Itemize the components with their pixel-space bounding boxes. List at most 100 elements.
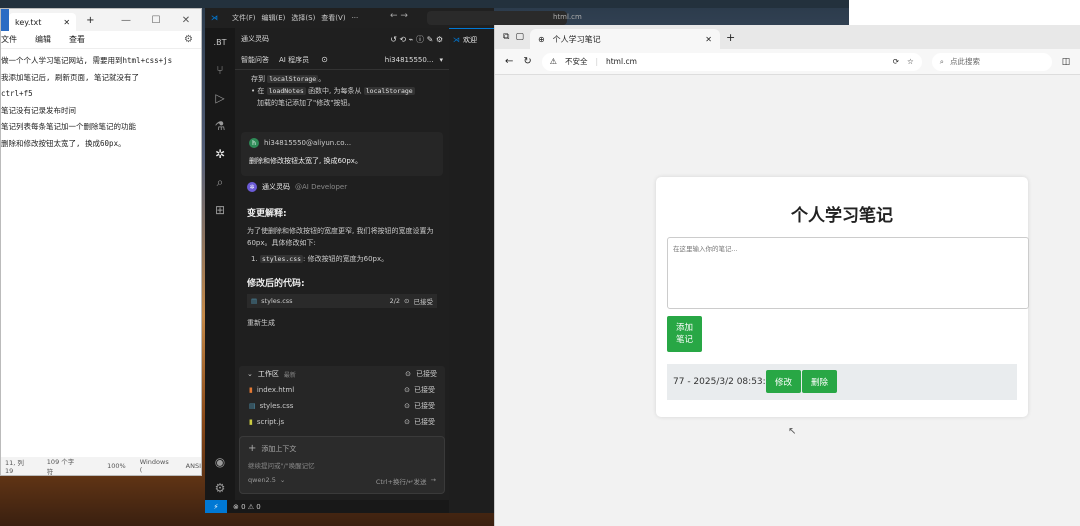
gear-icon[interactable]: ⚙ (184, 34, 193, 45)
ai-name: 通义灵码 (262, 183, 290, 191)
chevron-down-icon[interactable]: ⌄ (280, 476, 285, 486)
account-icon[interactable]: ◉ (205, 448, 235, 476)
more-menu-icon[interactable]: ··· (352, 14, 359, 22)
note-text: 77 - 2025/3/2 08:53:18 (673, 377, 778, 387)
text-line: 笔记列表每条笔记加一个删除笔记的功能 (1, 122, 136, 131)
tab-ai-programmer[interactable]: AI 程序员 (279, 55, 309, 65)
vscode-command-center[interactable] (427, 11, 567, 25)
testing-icon[interactable]: ⚗ (205, 112, 235, 140)
add-note-button[interactable]: 添加笔记 (667, 316, 702, 352)
send-hint: Ctrl+换行/↵发送 (375, 478, 427, 486)
menu-view[interactable]: 查看 (69, 34, 85, 45)
tab-smart-qa[interactable]: 智能问答 (241, 55, 269, 65)
history-icon[interactable]: ↺ ⟲ ⌁ ⓘ ✎ ⚙ (390, 34, 443, 45)
chat-input-box[interactable]: + 添加上下文 继续提问或"/"唤醒记忆 qwen2.5 ⌄ Ctrl+换行/↵… (239, 436, 445, 494)
settings-gear-icon[interactable]: ⚙ (205, 474, 235, 502)
lingma-panel: 通义灵码 ↺ ⟲ ⌁ ⓘ ✎ ⚙ 智能问答 AI 程序员 ⊙ hi3481555… (235, 28, 449, 500)
file-status: 已接受 (414, 418, 435, 426)
panel-tabs: 智能问答 AI 程序员 ⊙ hi34815550... ▾ (235, 50, 449, 70)
chat-input-hint[interactable]: 继续提问或"/"唤醒记忆 (240, 454, 444, 470)
notepad-text-area[interactable]: 做一个个人学习笔记网站, 需要用到html+css+js 我添加笔记后, 刷新页… (1, 49, 201, 439)
user-message-text: 删除和修改按钮太宽了, 换成60px。 (249, 157, 362, 165)
notepad-tab[interactable]: key.txt ✕ (9, 13, 77, 31)
tab-welcome[interactable]: ⋊ 欢迎 (449, 28, 494, 50)
command-center-text: html.cm (553, 13, 582, 21)
workspaces-icon[interactable]: ⧉ (503, 32, 509, 42)
send-icon[interactable]: → (431, 476, 436, 486)
browser-tab[interactable]: ⊕ 个人学习笔记 ✕ (529, 29, 720, 49)
warning-icon: ⚠ (549, 57, 557, 66)
js-file-icon: ▮ (249, 418, 253, 426)
css-file-icon: ▤ (249, 402, 256, 410)
close-icon[interactable]: ✕ (63, 18, 70, 27)
close-window-icon[interactable]: ✕ (171, 15, 201, 26)
browser-tab-title: 个人学习笔记 (552, 34, 601, 44)
reload-icon[interactable]: ↻ (523, 56, 531, 67)
ai-assistant-icon[interactable]: ✲ (205, 140, 235, 168)
check-icon: ⊙ (404, 418, 410, 426)
maximize-icon[interactable]: ☐ (141, 15, 171, 26)
new-tab-icon[interactable]: + (86, 15, 94, 26)
minimize-icon[interactable]: — (111, 15, 141, 26)
workspace-file-row[interactable]: ▮ script.js ⊙ 已接受 (239, 414, 445, 430)
run-debug-icon[interactable]: ▷ (205, 84, 235, 112)
menu-file[interactable]: 文件 (1, 34, 17, 45)
plus-icon[interactable]: + (248, 443, 256, 454)
source-control-icon[interactable]: ⑂ (205, 56, 235, 84)
menu-view[interactable]: 查看(V) (321, 13, 345, 23)
read-aloud-icon[interactable]: ⟳ (893, 57, 899, 66)
reply-text: 在 (257, 87, 265, 95)
menu-edit[interactable]: 编辑(E) (262, 13, 286, 23)
reply-text: 存到 (251, 75, 265, 83)
notepad-window: key.txt ✕ + — ☐ ✕ 文件 编辑 查看 ⚙ 做一个个人学习笔记网站… (0, 8, 202, 476)
chevron-down-icon[interactable]: ▾ (439, 56, 443, 64)
text-line: 做一个个人学习笔记网站, 需要用到html+css+js (1, 56, 173, 65)
favorite-star-icon[interactable]: ☆ (907, 57, 914, 66)
close-icon[interactable]: ✕ (705, 35, 712, 44)
user-message: h hi34815550@aliyun.co... 删除和修改按钮太宽了, 换成… (241, 132, 443, 176)
workspace-panel: ⌄ 工作区 最新 ⊙ 已接受 ▮ index.html ⊙ 已接受 ▤ styl… (239, 366, 445, 446)
notepad-status-bar: 11, 列 19 109 个字符 100% Windows ( ANSI (1, 457, 201, 476)
refresh-icon[interactable]: ⊙ (321, 55, 328, 64)
lingma-icon[interactable]: .BT (205, 28, 235, 56)
edit-button[interactable]: 修改 (766, 370, 801, 393)
user-switcher[interactable]: hi34815550... (385, 56, 434, 64)
search-icon[interactable]: ⌕ (205, 168, 235, 196)
delete-button[interactable]: 删除 (802, 370, 837, 393)
search-box[interactable]: ⌕ 点此搜索 (931, 52, 1052, 71)
vscode-status-bar: ⚡ ⊗ 0 ⚠ 0 (205, 500, 449, 513)
back-icon[interactable]: ← (505, 56, 513, 67)
split-screen-icon[interactable]: ◫ (1062, 57, 1071, 67)
check-icon: ⊙ (404, 402, 410, 410)
inline-code: loadNotes (266, 87, 306, 95)
model-selector[interactable]: qwen2.5 (248, 476, 276, 486)
menu-edit[interactable]: 编辑 (35, 34, 51, 45)
panel-title: 通义灵码 (241, 35, 269, 43)
tab-welcome-label: 欢迎 (463, 35, 477, 44)
code-file-row[interactable]: ▤ styles.css 2/2 ⊙ 已接受 (247, 294, 437, 308)
workspace-file-row[interactable]: ▤ styles.css ⊙ 已接受 (239, 398, 445, 414)
regenerate-button[interactable]: 重新生成 (247, 318, 437, 328)
tab-actions-icon[interactable]: ▢ (515, 32, 524, 42)
menu-select[interactable]: 选择(S) (291, 13, 315, 23)
note-textarea[interactable]: 在这里输入你的笔记... (667, 237, 1029, 309)
workspace-file-row[interactable]: ▮ index.html ⊙ 已接受 (239, 382, 445, 398)
text-line: 我添加笔记后, 刷新页面, 笔记就没有了 (1, 72, 140, 82)
line-ending: Windows ( (139, 458, 169, 474)
extensions-icon[interactable]: ⊞ (205, 196, 235, 224)
address-bar[interactable]: ⚠ 不安全 | html.cm ⟳ ☆ (541, 52, 922, 71)
nav-arrows-icon[interactable]: ← → (390, 11, 408, 21)
problems-indicator[interactable]: ⊗ 0 ⚠ 0 (233, 503, 261, 511)
notepad-tab-title: key.txt (15, 17, 42, 27)
notepad-titlebar: key.txt ✕ + — ☐ ✕ (1, 9, 201, 31)
ai-handle: @AI Developer (295, 183, 348, 191)
add-context-button[interactable]: 添加上下文 (261, 444, 296, 454)
ai-reply: ✲ 通义灵码 @AI Developer 变更解释: 为了使删除和修改按钮的宽度… (235, 176, 449, 328)
cursor-position: 11, 列 19 (5, 459, 24, 475)
menu-file[interactable]: 文件(F) (232, 13, 256, 23)
remote-icon[interactable]: ⚡ (205, 500, 227, 513)
new-tab-button[interactable]: + (726, 31, 735, 44)
chevron-down-icon[interactable]: ⌄ (247, 370, 253, 378)
vscode-titlebar: ⋊ 文件(F) 编辑(E) 选择(S) 查看(V) ··· (205, 8, 449, 28)
workspace-latest[interactable]: 最新 (284, 370, 296, 379)
